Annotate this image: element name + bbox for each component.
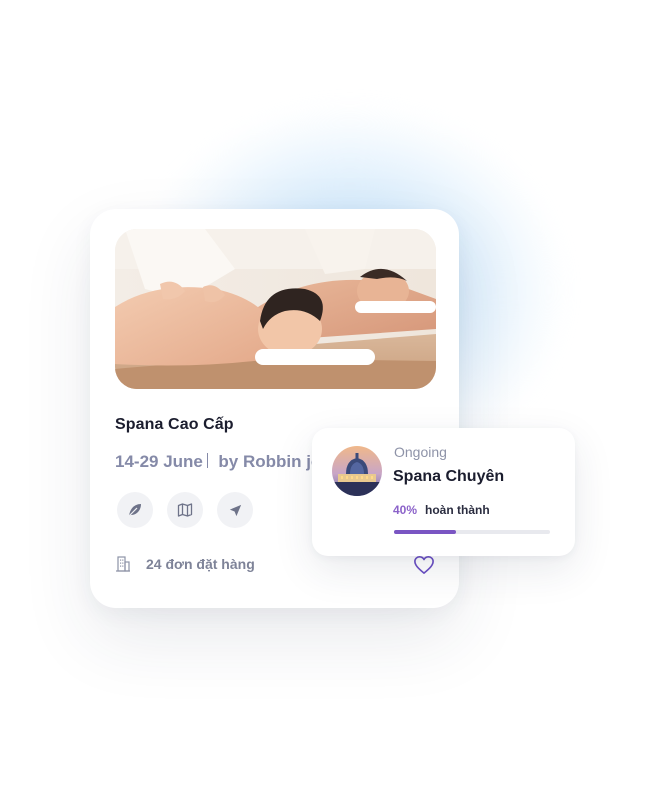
progress-card[interactable]: Ongoing Spana Chuyên 40% hoàn thành [312, 428, 575, 556]
cathedral-avatar [332, 446, 382, 496]
leaf-icon [128, 504, 141, 517]
orders-info: 24 đơn đặt hàng [115, 556, 255, 572]
orders-label: 24 đơn đặt hàng [146, 556, 255, 572]
action-row [117, 492, 253, 528]
building-icon [116, 556, 130, 572]
spa-title: Spana Cao Cấp [115, 416, 234, 433]
spa-author: by Robbin jo [218, 452, 322, 471]
map-button[interactable] [167, 492, 203, 528]
progress-bar [394, 530, 550, 534]
progress-done-label: hoàn thành [425, 503, 490, 517]
stage: Spana Cao Cấp 14-29 June by Robbin jo 24… [0, 0, 655, 789]
spa-dates: 14-29 June [115, 452, 203, 471]
meta-divider [206, 453, 209, 468]
favorite-button[interactable] [413, 555, 435, 580]
progress-title: Spana Chuyên [393, 468, 505, 485]
progress-bar-fill [394, 530, 457, 534]
map-icon [177, 503, 193, 517]
send-icon [229, 504, 241, 516]
spa-photo [115, 229, 436, 389]
send-button[interactable] [217, 492, 253, 528]
spa-meta: 14-29 June by Robbin jo [115, 452, 321, 472]
progress-status: Ongoing [394, 444, 447, 460]
leaf-button[interactable] [117, 492, 153, 528]
heart-icon [414, 556, 434, 574]
progress-percent: 40% [393, 503, 418, 517]
